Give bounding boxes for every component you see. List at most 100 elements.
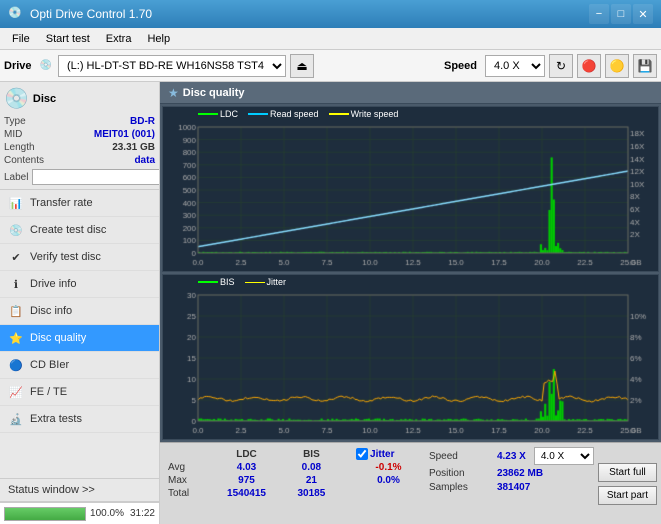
start-part-button[interactable]: Start part <box>598 486 657 505</box>
content-title: Disc quality <box>183 87 245 99</box>
nav-create-test-disc[interactable]: 💿 Create test disc <box>0 217 159 244</box>
menu-extra[interactable]: Extra <box>98 31 140 47</box>
max-label: Max <box>164 474 210 487</box>
settings-button1[interactable]: 🔴 <box>577 54 601 78</box>
minimize-button[interactable]: − <box>589 4 609 24</box>
mid-label: MID <box>4 129 22 140</box>
disc-info-icon: 📋 <box>8 303 24 319</box>
ldc-chart <box>163 107 658 271</box>
right-content: ★ Disc quality LDC Read speed <box>160 82 661 524</box>
progress-bar <box>4 507 86 521</box>
speed-stat-value: 4.23 X <box>497 451 526 462</box>
length-value: 23.31 GB <box>112 142 155 153</box>
total-ldc: 1540415 <box>210 487 284 500</box>
speed-stat-select[interactable]: 4.0 X <box>534 447 594 465</box>
settings-button2[interactable]: 🟡 <box>605 54 629 78</box>
write-speed-legend: Write speed <box>351 109 399 119</box>
nav-fe-te-label: FE / TE <box>30 386 67 398</box>
app-title: Opti Drive Control 1.70 <box>30 7 587 21</box>
action-buttons: Start full Start part <box>598 447 657 520</box>
nav-disc-info[interactable]: 📋 Disc info <box>0 298 159 325</box>
speed-select[interactable]: 4.0 X <box>485 55 545 77</box>
nav-disc-quality[interactable]: ⭐ Disc quality <box>0 325 159 352</box>
jitter-legend: Jitter <box>267 277 287 287</box>
label-label: Label <box>4 172 28 183</box>
maximize-button[interactable]: □ <box>611 4 631 24</box>
disc-section-title: Disc <box>33 93 56 105</box>
jitter-checkbox[interactable] <box>356 448 368 460</box>
start-full-button[interactable]: Start full <box>598 463 657 482</box>
status-window-label: Status window >> <box>8 484 95 496</box>
contents-label: Contents <box>4 155 44 166</box>
refresh-button[interactable]: ↻ <box>549 54 573 78</box>
label-input[interactable] <box>32 169 160 185</box>
nav-drive-info-label: Drive info <box>30 278 76 290</box>
avg-ldc: 4.03 <box>210 461 284 474</box>
charts-container: LDC Read speed Write speed <box>160 104 661 442</box>
read-speed-legend: Read speed <box>270 109 319 119</box>
nav-cd-bier-label: CD BIer <box>30 359 69 371</box>
drive-info-icon: ℹ <box>8 276 24 292</box>
nav-verify-test-disc[interactable]: ✔ Verify test disc <box>0 244 159 271</box>
drive-select[interactable]: (L:) HL-DT-ST BD-RE WH16NS58 TST4 <box>58 55 286 77</box>
samples-value: 381407 <box>497 482 530 493</box>
max-jitter: 0.0% <box>352 474 425 487</box>
nav-extra-tests[interactable]: 🔬 Extra tests <box>0 406 159 433</box>
nav-cd-bier[interactable]: 🔵 CD BIer <box>0 352 159 379</box>
bis-legend: BIS <box>220 277 235 287</box>
verify-test-disc-icon: ✔ <box>8 249 24 265</box>
bottom-stats: LDC BIS Jitter <box>160 442 661 524</box>
menu-file[interactable]: File <box>4 31 38 47</box>
toolbar: Drive 💿 (L:) HL-DT-ST BD-RE WH16NS58 TST… <box>0 50 661 82</box>
nav-create-test-disc-label: Create test disc <box>30 224 106 236</box>
progress-fill <box>5 508 85 520</box>
chart1-wrapper: LDC Read speed Write speed <box>162 106 659 272</box>
disc-graphic-icon: 💿 <box>4 86 29 111</box>
position-label: Position <box>429 468 489 479</box>
max-bis: 21 <box>283 474 339 487</box>
nav-disc-info-label: Disc info <box>30 305 72 317</box>
status-area: Status window >> 100.0% 31:22 <box>0 478 159 524</box>
avg-label: Avg <box>164 461 210 474</box>
stats-table: LDC BIS Jitter <box>164 447 425 520</box>
disc-section: 💿 Disc Type BD-R MID MEIT01 (001) Length… <box>0 82 159 190</box>
menu-start-test[interactable]: Start test <box>38 31 98 47</box>
bis-chart <box>163 275 658 439</box>
save-button[interactable]: 💾 <box>633 54 657 78</box>
transfer-rate-icon: 📊 <box>8 195 24 211</box>
chart2-legend: BIS Jitter <box>198 277 286 287</box>
eject-button[interactable]: ⏏ <box>290 54 314 78</box>
left-panel: 💿 Disc Type BD-R MID MEIT01 (001) Length… <box>0 82 160 524</box>
mid-value: MEIT01 (001) <box>94 129 155 140</box>
progress-container: 100.0% 31:22 <box>0 502 159 524</box>
chart2-wrapper: BIS Jitter <box>162 274 659 440</box>
nav-disc-quality-label: Disc quality <box>30 332 86 344</box>
total-label: Total <box>164 487 210 500</box>
nav-items: 📊 Transfer rate 💿 Create test disc ✔ Ver… <box>0 190 159 478</box>
menubar: File Start test Extra Help <box>0 28 661 50</box>
speed-label: Speed <box>444 60 477 72</box>
avg-bis: 0.08 <box>283 461 339 474</box>
type-label: Type <box>4 116 26 127</box>
status-window-button[interactable]: Status window >> <box>0 479 159 502</box>
content-header: ★ Disc quality <box>160 82 661 104</box>
length-label: Length <box>4 142 35 153</box>
extra-tests-icon: 🔬 <box>8 411 24 427</box>
bis-header: BIS <box>283 447 339 461</box>
total-bis: 30185 <box>283 487 339 500</box>
titlebar: 💿 Opti Drive Control 1.70 − □ ✕ <box>0 0 661 28</box>
max-ldc: 975 <box>210 474 284 487</box>
jitter-header: Jitter <box>370 449 394 460</box>
cd-bier-icon: 🔵 <box>8 357 24 373</box>
menu-help[interactable]: Help <box>139 31 178 47</box>
chart1-legend: LDC Read speed Write speed <box>198 109 398 119</box>
nav-drive-info[interactable]: ℹ Drive info <box>0 271 159 298</box>
close-button[interactable]: ✕ <box>633 4 653 24</box>
nav-transfer-rate[interactable]: 📊 Transfer rate <box>0 190 159 217</box>
total-jitter <box>352 487 425 500</box>
disc-quality-icon: ⭐ <box>8 330 24 346</box>
drive-icon: 💿 <box>40 60 52 71</box>
nav-fe-te[interactable]: 📈 FE / TE <box>0 379 159 406</box>
quality-icon: ★ <box>168 86 179 100</box>
nav-extra-tests-label: Extra tests <box>30 413 82 425</box>
